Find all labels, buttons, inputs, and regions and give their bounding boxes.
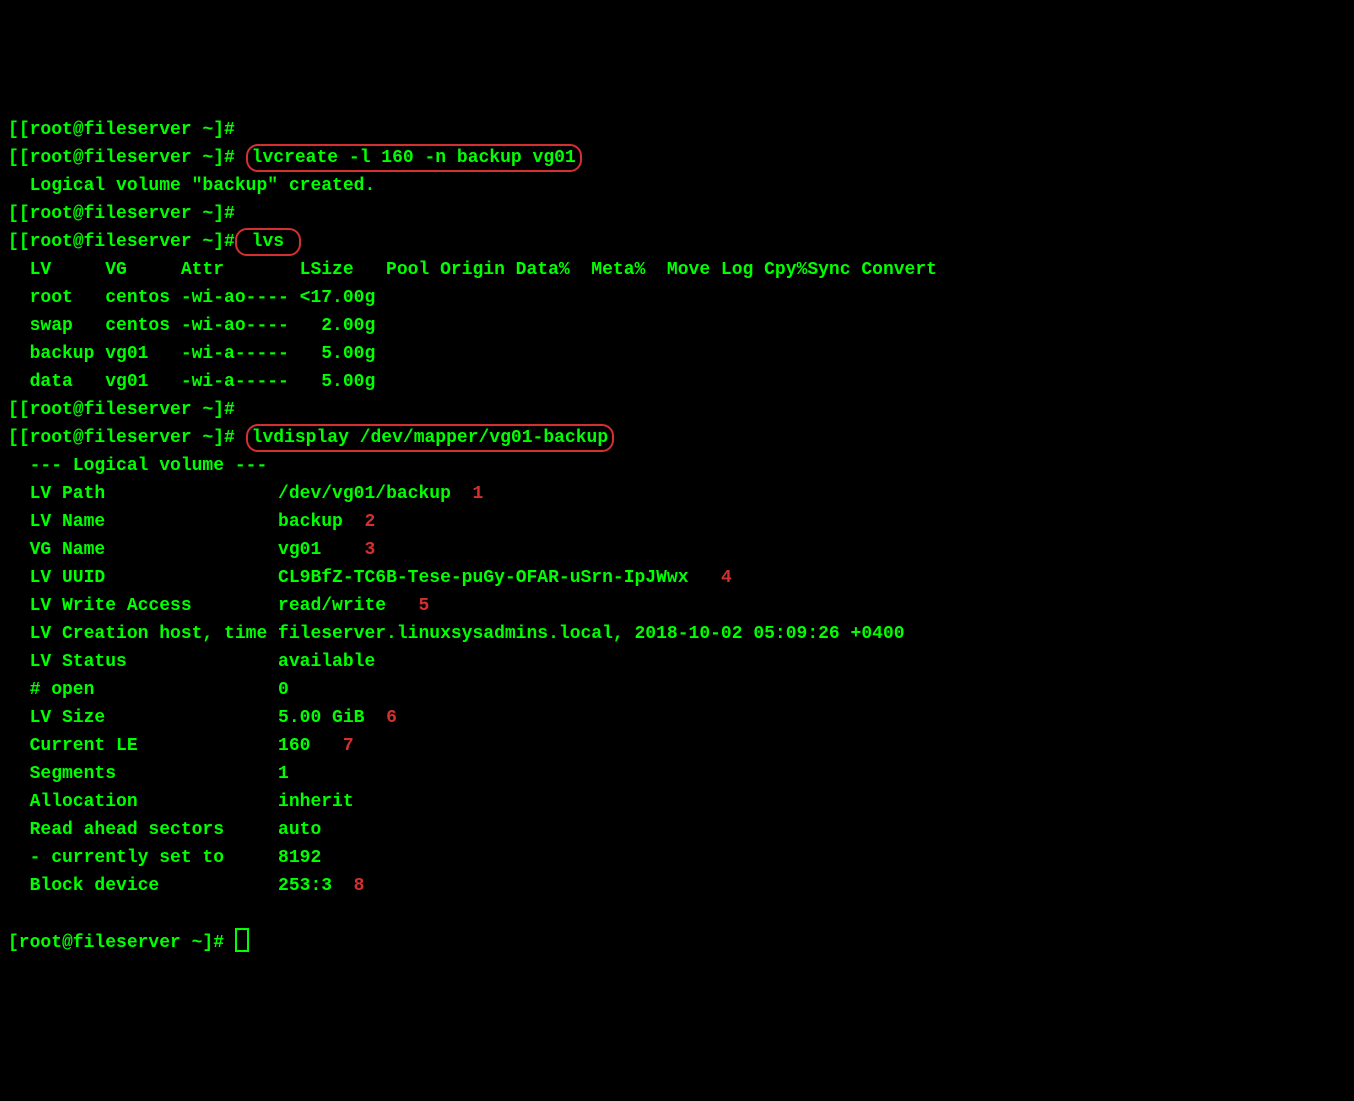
lvdisplay-lv-uuid-value: CL9BfZ-TC6B-Tese-puGy-OFAR-uSrn-IpJWwx: [267, 568, 688, 588]
prompt-bracket: [: [8, 428, 19, 448]
lvdisplay-open-label: # open: [8, 680, 267, 700]
annotation-7: 7: [343, 736, 354, 756]
lvdisplay-lv-name-value: backup: [267, 512, 343, 532]
lvdisplay-lv-creation: LV Creation host, time fileserver.linuxs…: [8, 624, 905, 644]
terminal-output: [[root@fileserver ~]# [[root@fileserver …: [8, 116, 1346, 957]
lvdisplay-current-le-value: 160: [267, 736, 310, 756]
output-line: Logical volume "backup" created.: [8, 176, 375, 196]
prompt-bracket: [: [8, 232, 19, 252]
lvs-row-swap: swap centos -wi-ao---- 2.00g: [8, 316, 375, 336]
lvdisplay-lv-size-value: 5.00 GiB: [267, 708, 364, 728]
annotation-5: 5: [418, 596, 429, 616]
lvdisplay-lv-status-value: available: [267, 652, 375, 672]
lvdisplay-vg-name-value: vg01: [267, 540, 321, 560]
annotation-1: 1: [473, 484, 484, 504]
shell-prompt: [root@fileserver ~]#: [8, 933, 224, 953]
lvdisplay-segments-label: Segments: [8, 764, 267, 784]
lvs-header: LV VG Attr LSize Pool Origin Data% Meta%…: [8, 260, 937, 280]
annotation-4: 4: [721, 568, 732, 588]
lvdisplay-block-device-label: Block device: [8, 876, 267, 896]
lvdisplay-allocation-label: Allocation: [8, 792, 267, 812]
lvdisplay-lv-uuid-label: LV UUID: [8, 568, 267, 588]
highlighted-command-lvdisplay: lvdisplay /dev/mapper/vg01-backup: [246, 424, 614, 452]
lvdisplay-segments-value: 1: [267, 764, 289, 784]
lvdisplay-lv-write-label: LV Write Access: [8, 596, 267, 616]
cursor-icon[interactable]: [235, 928, 249, 952]
lvs-row-root: root centos -wi-ao---- <17.00g: [8, 288, 375, 308]
shell-prompt: [root@fileserver ~]#: [19, 120, 235, 140]
annotation-2: 2: [364, 512, 375, 532]
lvs-row-backup: backup vg01 -wi-a----- 5.00g: [8, 344, 375, 364]
command-text: lvcreate -l 160 -n backup vg01: [252, 148, 576, 168]
lvdisplay-block-device-value: 253:3: [267, 876, 332, 896]
shell-prompt: [root@fileserver ~]#: [19, 232, 235, 252]
lvs-row-data: data vg01 -wi-a----- 5.00g: [8, 372, 375, 392]
lvdisplay-lv-write-value: read/write: [267, 596, 386, 616]
lvdisplay-currently-set-label: - currently set to: [8, 848, 267, 868]
highlighted-command-lvcreate: lvcreate -l 160 -n backup vg01: [246, 144, 582, 172]
shell-prompt: [root@fileserver ~]#: [19, 400, 235, 420]
prompt-bracket: [: [8, 120, 19, 140]
command-text: lvdisplay /dev/mapper/vg01-backup: [252, 428, 608, 448]
lvdisplay-header: --- Logical volume ---: [8, 456, 267, 476]
lvdisplay-lv-path-label: LV Path: [8, 484, 267, 504]
shell-prompt: [root@fileserver ~]#: [19, 204, 235, 224]
shell-prompt: [root@fileserver ~]#: [19, 148, 235, 168]
prompt-bracket: [: [8, 148, 19, 168]
prompt-bracket: [: [8, 400, 19, 420]
lvdisplay-read-ahead-value: auto: [267, 820, 321, 840]
lvdisplay-vg-name-label: VG Name: [8, 540, 267, 560]
lvdisplay-lv-status-label: LV Status: [8, 652, 267, 672]
lvdisplay-currently-set-value: 8192: [267, 848, 321, 868]
shell-prompt: [root@fileserver ~]#: [19, 428, 235, 448]
annotation-3: 3: [364, 540, 375, 560]
highlighted-command-lvs: lvs: [235, 228, 301, 256]
lvdisplay-current-le-label: Current LE: [8, 736, 267, 756]
lvdisplay-lv-path-value: /dev/vg01/backup: [267, 484, 451, 504]
prompt-bracket: [: [8, 204, 19, 224]
lvdisplay-read-ahead-label: Read ahead sectors: [8, 820, 267, 840]
command-text: lvs: [252, 232, 284, 252]
lvdisplay-open-value: 0: [267, 680, 289, 700]
annotation-8: 8: [354, 876, 365, 896]
lvdisplay-lv-size-label: LV Size: [8, 708, 267, 728]
lvdisplay-allocation-value: inherit: [267, 792, 353, 812]
lvdisplay-lv-name-label: LV Name: [8, 512, 267, 532]
annotation-6: 6: [386, 708, 397, 728]
